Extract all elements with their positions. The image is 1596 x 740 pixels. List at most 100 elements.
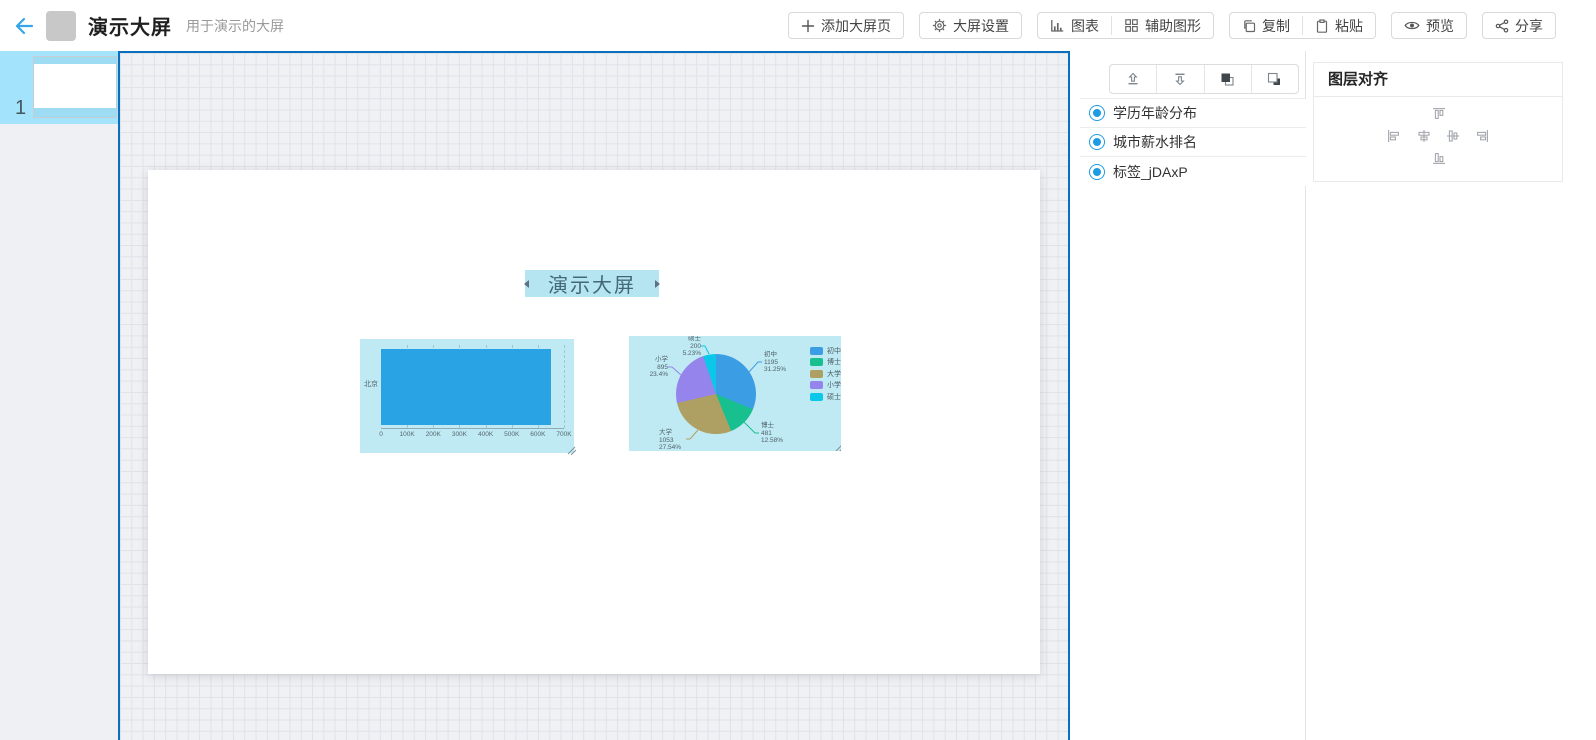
paste-icon	[1315, 19, 1329, 33]
legend-item[interactable]: 博士	[810, 357, 841, 369]
thumbnail-bottom-strip	[34, 108, 116, 117]
bar-axis-tick-label: 700K	[556, 431, 571, 438]
layer-item[interactable]: 标签_jDAxP	[1080, 157, 1306, 186]
copy-button[interactable]: 复制	[1230, 13, 1302, 38]
aux-shapes-label: 辅助图形	[1145, 16, 1201, 36]
layer-list: 学历年龄分布城市薪水排名标签_jDAxP	[1080, 98, 1306, 186]
bar-axis-tick-label: 300K	[452, 431, 467, 438]
layer-selected-radio-icon[interactable]	[1089, 105, 1105, 121]
header-actions: 添加大屏页 大屏设置 图表	[788, 0, 1556, 51]
screen-logo-placeholder	[46, 11, 76, 41]
legend-item[interactable]: 大学	[810, 368, 841, 380]
chart-button[interactable]: 图表	[1038, 13, 1111, 38]
legend-label: 博士	[827, 357, 841, 367]
layer-selected-radio-icon[interactable]	[1089, 134, 1105, 150]
layer-item[interactable]: 城市薪水排名	[1080, 128, 1306, 157]
bar-chart-icon	[1050, 18, 1065, 33]
bar-axis-tick-label: 0	[379, 431, 383, 438]
page-subtitle: 用于演示的大屏	[186, 16, 284, 36]
bar-plot-area	[381, 345, 564, 429]
radio-dot	[1093, 138, 1101, 146]
top-toolbar: 演示大屏 用于演示的大屏 添加大屏页 大屏设置	[0, 0, 1596, 51]
align-panel-title: 图层对齐	[1314, 63, 1562, 97]
resize-corner-icon[interactable]	[834, 444, 841, 451]
pie-slice-label: 小学89523.4%	[637, 356, 668, 379]
aux-shapes-button[interactable]: 辅助图形	[1112, 13, 1213, 38]
share-button[interactable]: 分享	[1482, 12, 1556, 39]
bar-chart-widget[interactable]: 北京 0100K200K300K400K500K600K700K	[360, 339, 574, 453]
chart-label: 图表	[1071, 16, 1099, 36]
layer-item-label: 标签_jDAxP	[1113, 162, 1188, 182]
layers-panel: 学历年龄分布城市薪水排名标签_jDAxP	[1080, 51, 1306, 740]
page-number: 1	[15, 97, 26, 120]
layer-item[interactable]: 学历年龄分布	[1080, 99, 1306, 128]
bring-to-top-button[interactable]	[1110, 65, 1156, 93]
align-horizontal-center-icon[interactable]	[1417, 129, 1431, 143]
legend-label: 大学	[827, 369, 841, 379]
align-panel-body	[1314, 97, 1562, 182]
clipboard-button-group: 复制 粘贴	[1229, 12, 1376, 39]
bring-forward-button[interactable]	[1204, 65, 1251, 93]
paste-label: 粘贴	[1335, 16, 1363, 36]
pie-chart-widget[interactable]: 初中119531.25%博士48112.58%大学105327.54%小学895…	[629, 336, 841, 451]
align-bottom-icon[interactable]	[1432, 151, 1446, 165]
align-left-icon[interactable]	[1387, 129, 1401, 143]
bring-forward-icon	[1219, 71, 1236, 88]
bar-gridline	[564, 345, 565, 428]
arrow-left-icon	[13, 15, 35, 37]
eye-icon	[1404, 19, 1420, 32]
legend-item[interactable]: 硕士	[810, 391, 841, 403]
bring-to-top-icon	[1125, 71, 1141, 87]
page-title: 演示大屏	[88, 11, 172, 40]
screen-settings-button[interactable]: 大屏设置	[919, 12, 1022, 39]
legend-swatch	[810, 370, 823, 378]
app-window: 演示大屏 用于演示的大屏 添加大屏页 大屏设置	[0, 0, 1596, 740]
legend-swatch	[810, 358, 823, 366]
bar-series-rect	[381, 349, 551, 425]
bar-x-axis-ticks: 0100K200K300K400K500K600K700K	[381, 431, 564, 441]
preview-label: 预览	[1426, 16, 1454, 36]
plus-icon	[801, 19, 815, 33]
resize-corner-icon[interactable]	[567, 446, 576, 455]
label-widget[interactable]: 演示大屏	[525, 270, 659, 297]
align-vertical-center-icon[interactable]	[1446, 129, 1460, 143]
layer-selected-radio-icon[interactable]	[1089, 164, 1105, 180]
copy-icon	[1242, 19, 1256, 33]
pages-sidebar: 1	[0, 51, 118, 740]
pie-slice-label: 大学105327.54%	[659, 429, 681, 451]
legend-label: 硕士	[827, 392, 841, 402]
align-right-icon[interactable]	[1475, 129, 1489, 143]
send-backward-icon	[1266, 71, 1283, 88]
resize-handle-right[interactable]	[655, 280, 660, 288]
grid-shapes-icon	[1124, 18, 1139, 33]
back-button[interactable]	[12, 14, 36, 38]
artboard[interactable]	[148, 170, 1040, 674]
send-backward-button[interactable]	[1251, 65, 1298, 93]
add-page-button[interactable]: 添加大屏页	[788, 12, 904, 39]
copy-label: 复制	[1262, 16, 1290, 36]
paste-button[interactable]: 粘贴	[1303, 13, 1375, 38]
main-area: 1 演示大屏 北京 0100K200K300K400K500K600K700K	[0, 51, 1596, 740]
preview-button[interactable]: 预览	[1391, 12, 1467, 39]
label-widget-text: 演示大屏	[548, 269, 636, 298]
radio-dot	[1093, 109, 1101, 117]
resize-handle-left[interactable]	[524, 280, 529, 288]
layer-item-label: 城市薪水排名	[1113, 132, 1197, 152]
layer-align-panel: 图层对齐	[1313, 62, 1563, 182]
pie-legend: 初中博士大学小学硕士	[810, 345, 841, 403]
header-left: 演示大屏 用于演示的大屏	[0, 0, 284, 51]
bar-category-label: 北京	[364, 379, 378, 389]
send-to-bottom-button[interactable]	[1156, 65, 1203, 93]
bar-axis-tick-label: 400K	[478, 431, 493, 438]
thumbnail-top-strip	[34, 57, 116, 64]
bar-axis-tick-label: 500K	[504, 431, 519, 438]
legend-item[interactable]: 小学	[810, 380, 841, 392]
align-top-icon[interactable]	[1432, 107, 1446, 121]
legend-label: 小学	[827, 380, 841, 390]
layer-order-toolbar	[1109, 64, 1299, 94]
legend-item[interactable]: 初中	[810, 345, 841, 357]
share-label: 分享	[1515, 16, 1543, 36]
design-canvas[interactable]: 演示大屏 北京 0100K200K300K400K500K600K700K 初中…	[118, 51, 1070, 740]
pie-slice-label: 初中119531.25%	[764, 351, 786, 374]
page-thumbnail-item[interactable]: 1	[0, 51, 118, 124]
